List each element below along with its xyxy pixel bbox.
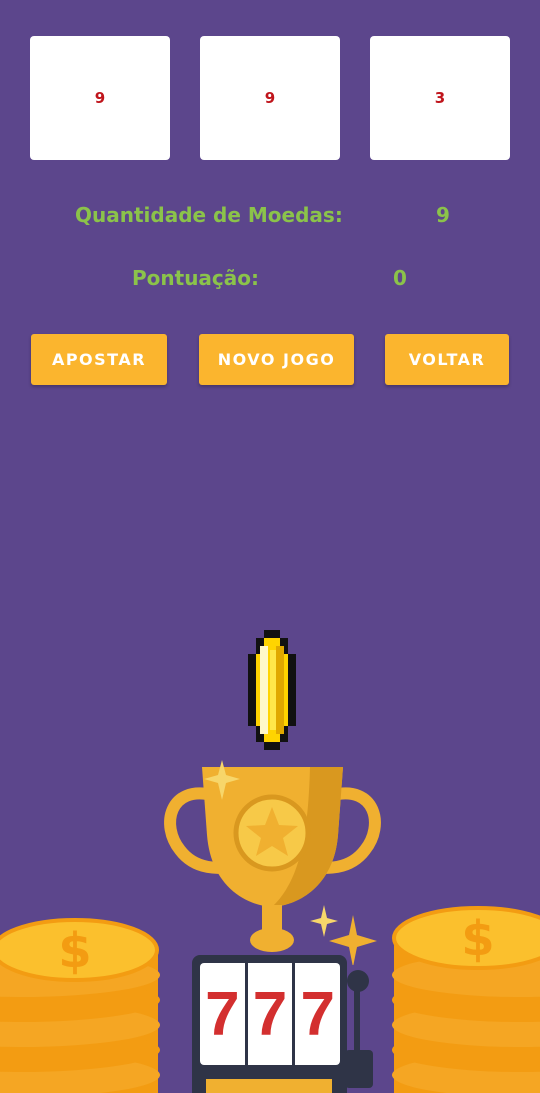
score-value: 0 <box>393 266 407 290</box>
coin-stack-left-icon: $ <box>0 918 160 1093</box>
machine-digit-1: 7 <box>200 963 248 1065</box>
svg-text:$: $ <box>58 923 91 979</box>
machine-lever-base <box>345 1050 373 1088</box>
machine-tray <box>206 1079 332 1093</box>
bet-button[interactable]: APOSTAR <box>31 334 167 385</box>
reel-3-value: 3 <box>434 89 446 107</box>
score-label: Pontuação: <box>132 266 260 290</box>
machine-lever-knob <box>347 970 369 992</box>
reel-1: 9 <box>30 36 170 160</box>
trophy-icon <box>164 760 381 965</box>
new-game-button[interactable]: NOVO JOGO <box>199 334 354 385</box>
back-button[interactable]: VOLTAR <box>385 334 509 385</box>
reel-2-value: 9 <box>264 89 276 107</box>
reel-2: 9 <box>200 36 340 160</box>
pixel-coin-icon <box>248 630 296 750</box>
machine-digit-2: 7 <box>248 963 296 1065</box>
machine-window: 7 7 7 <box>200 963 340 1065</box>
coins-value: 9 <box>436 203 450 227</box>
reel-1-value: 9 <box>94 89 106 107</box>
reel-3: 3 <box>370 36 510 160</box>
slot-machine-illustration: 7 7 7 <box>192 955 377 1093</box>
machine-digit-3: 7 <box>300 979 335 1049</box>
coin-stack-right-icon: $ <box>392 906 540 1093</box>
svg-text:$: $ <box>461 911 494 967</box>
coins-label: Quantidade de Moedas: <box>75 203 343 227</box>
